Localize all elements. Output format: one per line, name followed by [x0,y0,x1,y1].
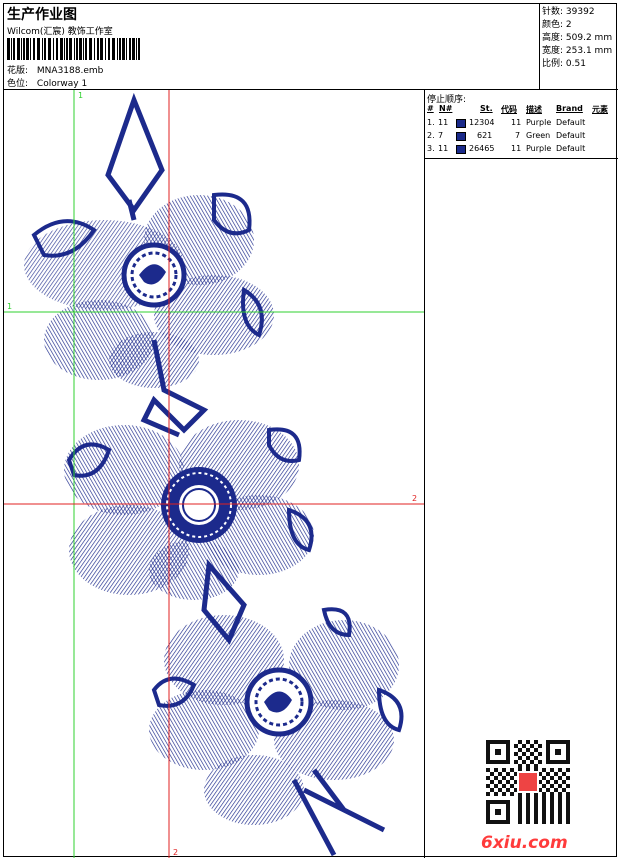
embroidery-design-area: 1 1 2 2 [4,90,425,858]
color-swatch [456,119,466,128]
table-row: 2. 7 621 7 Green Default [427,131,586,141]
colorway-value: Colorway 1 [36,79,88,89]
studio-subtitle: Wilcom(汇宸) 教饰工作室 [7,27,113,37]
flower-bottom [149,607,404,825]
colorway-row: 色位: Colorway 1 [7,76,87,89]
stop-sequence-table: # N# St. 代码 描述 Brand 元素 1. 11 12304 11 P… [425,102,618,159]
qr-logo-stamp [517,771,539,793]
design-file-row: 花版: MNA3188.emb [7,63,103,76]
table-header: # N# St. 代码 描述 Brand 元素 [427,104,608,114]
stat-stitches: 针数: 39392 [542,7,595,17]
color-swatch [456,145,466,154]
site-watermark: 6xiu.com [481,833,568,853]
guide-label-h1: 1 [7,302,12,311]
production-sheet: 生产作业图 Wilcom(汇宸) 教饰工作室 花版: MNA3188.emb 色… [3,3,618,858]
stat-scale: 比例: 0.51 [542,59,586,69]
flower-middle [64,420,314,600]
design-file-label: 花版: [7,66,29,76]
colorway-label: 色位: [7,79,29,89]
guide-label-h2: 2 [412,494,417,503]
table-row: 1. 11 12304 11 Purple Default [427,118,586,128]
stats-panel: 针数: 39392 颜色: 2 高度: 509.2 mm 宽度: 253.1 m… [540,4,618,90]
color-swatch [456,132,466,141]
page-title: 生产作业图 [7,7,77,23]
guide-label-v2: 2 [173,848,178,857]
guide-label-v1: 1 [78,91,83,100]
table-row: 3. 11 26465 11 Purple Default [427,144,586,154]
stat-colors: 颜色: 2 [542,20,572,30]
stat-height: 高度: 509.2 mm [542,33,613,43]
barcode [7,38,140,60]
embroidery-design: 1 1 2 2 [4,90,424,858]
stop-sequence-panel: 停止顺序: # N# St. 代码 描述 Brand 元素 1. 11 1230… [425,90,618,858]
header-info: 生产作业图 Wilcom(汇宸) 教饰工作室 花版: MNA3188.emb 色… [4,4,540,90]
qr-code [486,740,570,824]
flower-top [24,192,274,388]
design-file-value: MNA3188.emb [36,66,104,76]
stat-width: 宽度: 253.1 mm [542,46,613,56]
